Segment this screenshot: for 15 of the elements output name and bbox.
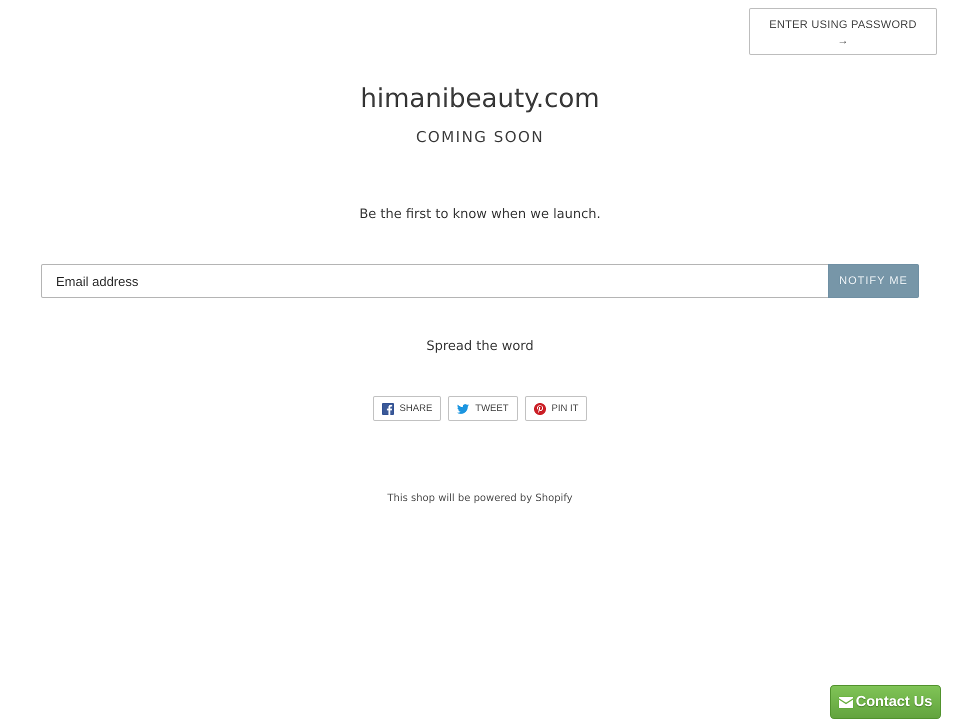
password-button[interactable]: ENTER USING PASSWORD → — [749, 8, 937, 55]
share-button[interactable]: TWEET — [448, 396, 518, 421]
shopify-link[interactable]: Shopify — [535, 493, 573, 504]
email-field[interactable]: Email address — [41, 264, 828, 298]
bird-icon — [457, 402, 470, 414]
coming-soon-subtitle: COMING SOON — [416, 127, 544, 147]
share-heading: Spread the word — [426, 338, 534, 356]
envelope-icon — [838, 696, 853, 708]
facebook-icon — [382, 402, 394, 414]
pinterest-icon — [534, 402, 546, 414]
store-title: himanibeauty.com — [360, 83, 600, 115]
powered-by-text: This shop will be powered by Shopify — [387, 492, 573, 506]
share-button[interactable]: SHARE — [372, 396, 442, 421]
tagline-text: Be the first to know when we launch. — [359, 206, 601, 224]
share-button[interactable]: PIN IT — [524, 396, 588, 421]
